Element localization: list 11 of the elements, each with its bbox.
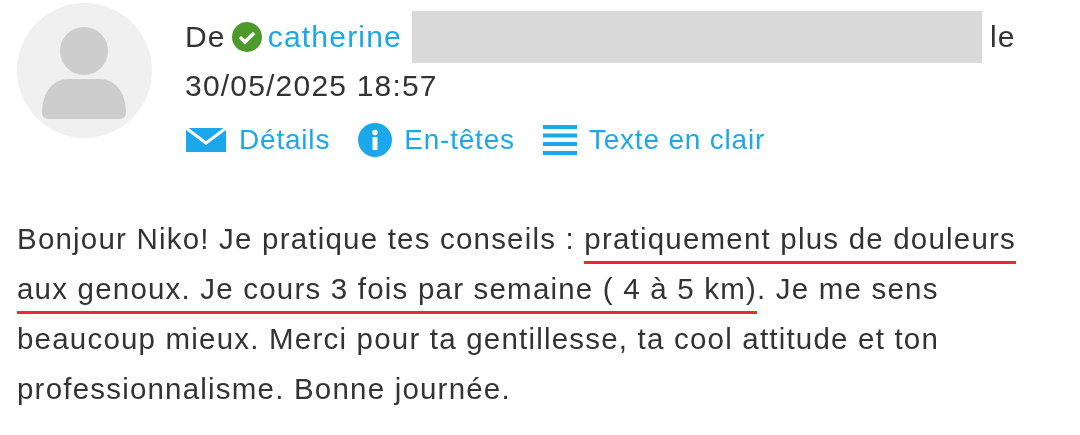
envelope-icon bbox=[185, 126, 227, 154]
from-label: De bbox=[185, 20, 226, 54]
date-prefix: le bbox=[989, 20, 1016, 54]
action-link[interactable]: Texte en clair bbox=[542, 124, 766, 156]
info-icon bbox=[358, 123, 393, 157]
lines-icon bbox=[542, 125, 577, 155]
action-link[interactable]: Détails bbox=[185, 124, 331, 156]
message-text: Bonjour Niko! Je pratique tes conseils : pratiquement plus de douleurs aux genoux. Je cours 3 fois par semaine ( 4 à 5 km). Je me sens beaucoup mieux. Merci pour ta gentillesse, ta cool attitude et ton professionnalisme. Bonne journée. bbox=[17, 221, 1018, 407]
date-text: 30/05/2025 18:57 bbox=[185, 68, 439, 104]
sender-link[interactable]: catherine bbox=[267, 20, 402, 54]
action-link[interactable]: En-têtes bbox=[358, 123, 515, 157]
